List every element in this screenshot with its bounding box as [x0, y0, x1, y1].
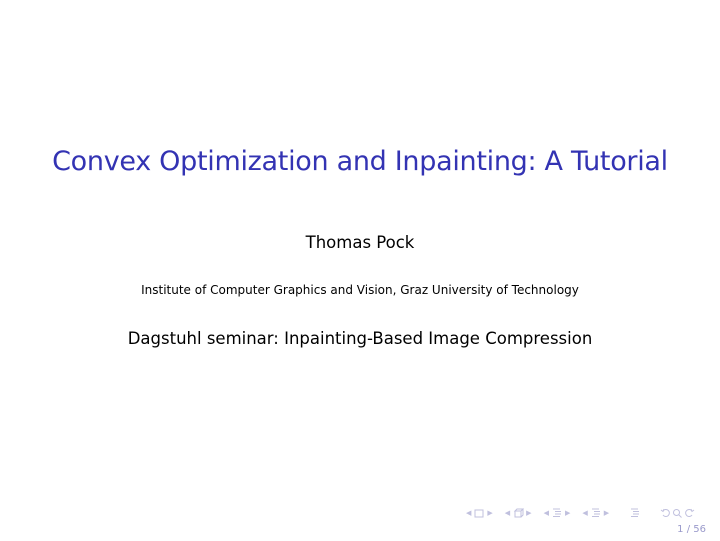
right-arrow-icon[interactable]: ▶ — [487, 509, 492, 517]
slide-title: Convex Optimization and Inpainting: A Tu… — [52, 146, 668, 177]
beamer-navigation-bar: ◀ ▶ ◀ ▶ ◀ ▶ ◀ ▶ — [464, 506, 703, 520]
left-arrow-icon[interactable]: ◀ — [505, 509, 510, 517]
search-icon[interactable] — [671, 507, 683, 519]
redo-icon[interactable] — [683, 507, 695, 519]
author-name: Thomas Pock — [305, 233, 415, 252]
stacked-frames-icon[interactable] — [512, 507, 525, 519]
subsection-list-icon[interactable] — [590, 507, 602, 519]
institute: Institute of Computer Graphics and Visio… — [141, 283, 579, 297]
right-arrow-icon[interactable]: ▶ — [565, 509, 570, 517]
document-icon[interactable] — [629, 507, 641, 519]
left-arrow-icon[interactable]: ◀ — [544, 509, 549, 517]
section-nav[interactable]: ◀ ▶ — [542, 507, 573, 519]
frame-nav[interactable]: ◀ ▶ — [464, 507, 495, 519]
search-controls[interactable] — [659, 507, 695, 519]
document-nav[interactable] — [629, 507, 641, 519]
frame-icon[interactable] — [473, 507, 485, 519]
left-arrow-icon[interactable]: ◀ — [466, 509, 471, 517]
left-arrow-icon[interactable]: ◀ — [582, 509, 587, 517]
event-name: Dagstuhl seminar: Inpainting-Based Image… — [127, 329, 593, 348]
page-number: 1 / 56 — [677, 524, 706, 535]
right-arrow-icon[interactable]: ▶ — [604, 509, 609, 517]
undo-icon[interactable] — [659, 507, 671, 519]
subsection-nav[interactable]: ◀ ▶ — [503, 507, 534, 519]
subsection-list-nav[interactable]: ◀ ▶ — [580, 507, 611, 519]
section-list-icon[interactable] — [551, 507, 563, 519]
right-arrow-icon[interactable]: ▶ — [526, 509, 531, 517]
